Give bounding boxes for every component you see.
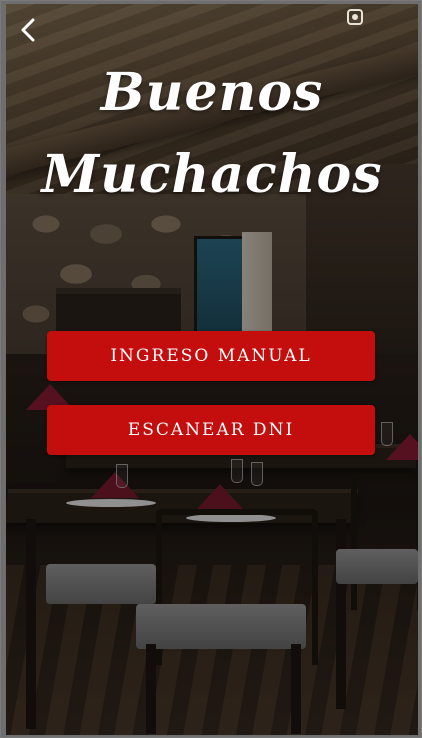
device-frame: Buenos Muchachos INGRESO MANUAL ESCANEAR… [0,0,422,738]
chevron-left-icon [20,18,36,42]
status-icon [346,8,364,26]
scan-dni-label: ESCANEAR DNI [127,420,295,440]
manual-entry-label: INGRESO MANUAL [110,346,312,366]
back-button[interactable] [14,16,42,44]
brand-title: Buenos Muchachos [6,52,418,216]
brand-line-2: Muchachos [41,144,383,205]
login-screen: Buenos Muchachos INGRESO MANUAL ESCANEAR… [6,4,418,735]
scan-dni-button[interactable]: ESCANEAR DNI [47,405,375,455]
brand-line-1: Buenos [100,62,324,123]
manual-entry-button[interactable]: INGRESO MANUAL [47,331,375,381]
